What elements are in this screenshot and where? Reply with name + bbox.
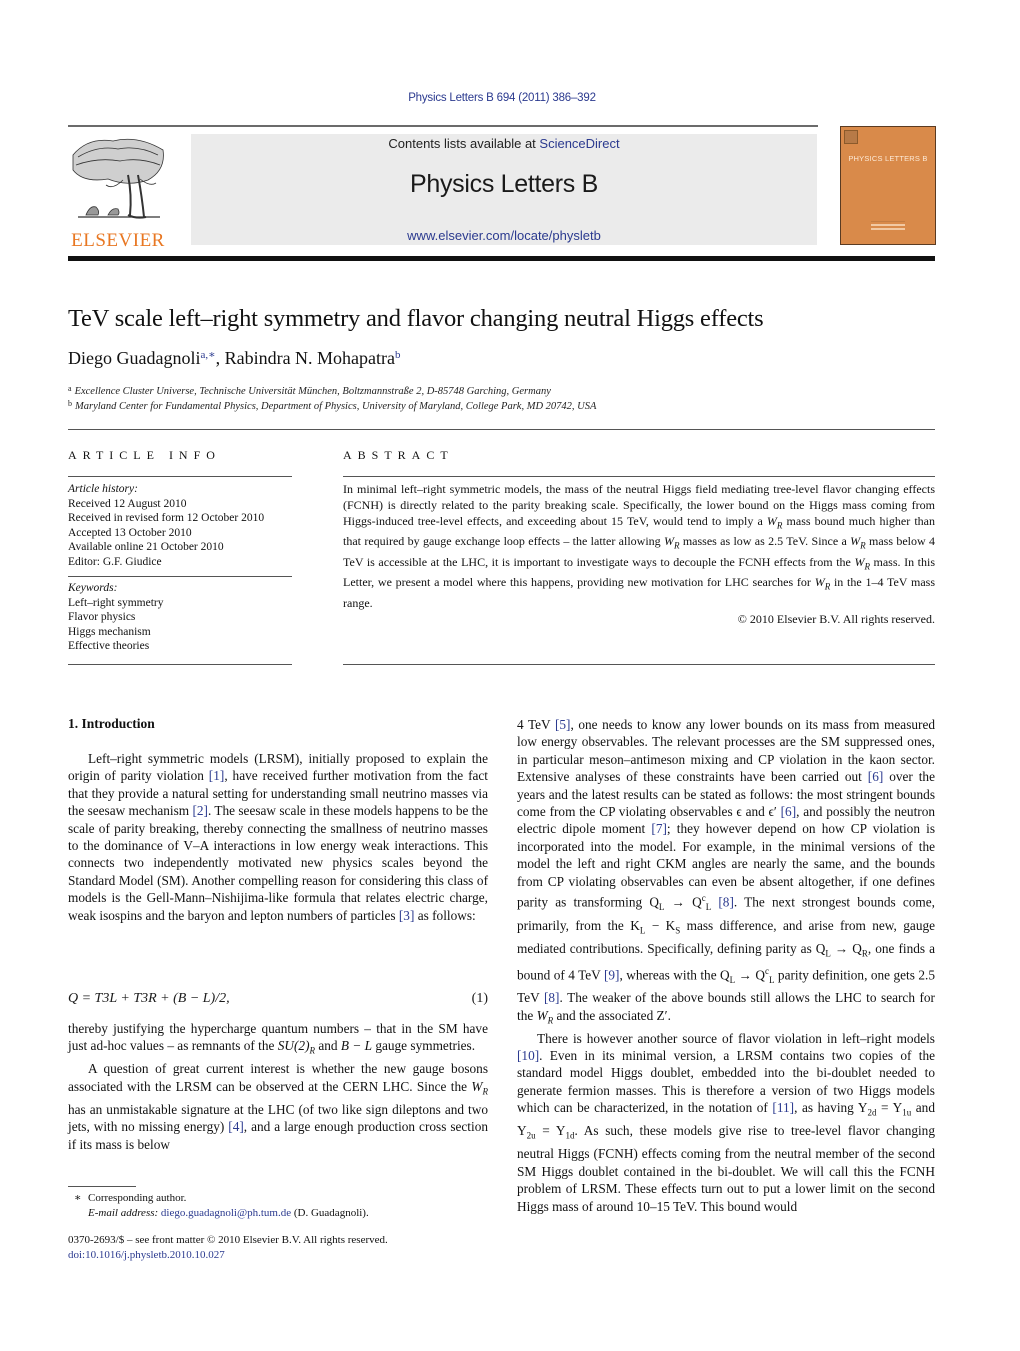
affiliation: a Excellence Cluster Universe, Technische… (68, 384, 551, 397)
header-rule (68, 125, 818, 127)
footnote-email: E-mail address: diego.guadagnoli@ph.tum.… (88, 1207, 369, 1219)
abstract-heading: ABSTRACT (343, 448, 454, 462)
citation-link[interactable]: [9] (604, 967, 620, 982)
keyword: Higgs mechanism (68, 625, 151, 638)
sciencedirect-link[interactable]: ScienceDirect (539, 136, 619, 151)
citation-link[interactable]: [3] (399, 908, 415, 923)
citation-link[interactable]: [10] (517, 1048, 539, 1063)
history-item: Received 12 August 2010 (68, 497, 187, 510)
history-item: Accepted 13 October 2010 (68, 526, 192, 539)
keywords: Keywords: Left–right symmetry Flavor phy… (68, 581, 292, 654)
article-history: Article history: Received 12 August 2010… (68, 482, 292, 569)
journal-cover-thumbnail[interactable]: PHYSICS LETTERS B (840, 126, 936, 245)
footnote: ∗ Corresponding author. E-mail address: d… (68, 1191, 369, 1221)
citation-link[interactable]: [6] (781, 804, 797, 819)
author-affiliation-mark[interactable]: a,∗ (200, 349, 215, 361)
abstract-text: In minimal left–right symmetric models, … (343, 482, 935, 610)
paragraph: A question of great current interest is … (68, 1061, 488, 1152)
footnote-corresponding: ∗ Corresponding author. (68, 1191, 369, 1206)
article-info-rule (68, 476, 292, 477)
equation-1: Q = T3L + T3R + (B − L)/2, (1) (68, 991, 488, 1007)
elsevier-logo[interactable]: ELSEVIER (68, 135, 168, 251)
issn-line: 0370-2693/$ – see front matter © 2010 El… (68, 1234, 388, 1246)
citation-link[interactable]: [4] (228, 1119, 244, 1134)
history-item: Received in revised form 12 October 2010 (68, 512, 265, 524)
right-column-text: 4 TeV [5], one needs to know any lower b… (517, 716, 935, 1215)
section-heading-introduction: 1. Introduction (68, 716, 155, 731)
equation-body: Q = T3L + T3R + (B − L)/2, (68, 991, 230, 1006)
keyword: Effective theories (68, 640, 150, 652)
keyword: Left–right symmetry (68, 596, 164, 609)
abstract-rule (343, 664, 935, 665)
contents-availability: Contents lists available at ScienceDirec… (191, 136, 817, 151)
equation-number: (1) (471, 991, 488, 1006)
journal-reference-link[interactable]: Physics Letters B 694 (2011) 386–392 (0, 92, 1004, 104)
article-history-label: Article history: (68, 483, 138, 495)
paragraph: There is however another source of flavo… (517, 1030, 935, 1214)
journal-title: Physics Letters B (409, 170, 599, 198)
article-info-heading: ARTICLE INFO (68, 448, 221, 462)
citation-link[interactable]: [11] (772, 1100, 794, 1115)
front-matter: 0370-2693/$ – see front matter © 2010 El… (68, 1233, 388, 1263)
contents-prefix: Contents lists available at (388, 136, 540, 151)
citation-link[interactable]: [8] (544, 990, 560, 1005)
author-separator: , (215, 348, 225, 368)
cover-emblem-icon (844, 130, 858, 144)
article-info-rule (68, 664, 292, 665)
author-affiliation-mark[interactable]: b (395, 349, 401, 361)
keywords-label: Keywords: (68, 582, 118, 594)
keyword: Flavor physics (68, 611, 136, 623)
left-column-text: Left–right symmetric models (LRSM), init… (68, 750, 488, 924)
citation-link[interactable]: [2] (192, 803, 208, 818)
abstract-rule (343, 476, 935, 477)
affiliation-text: Excellence Cluster Universe, Technische … (74, 386, 551, 397)
journal-url-link[interactable]: www.elsevier.com/locate/physletb (191, 228, 817, 243)
abstract-copyright: © 2010 Elsevier B.V. All rights reserved… (737, 611, 935, 626)
citation-link[interactable]: [8] (718, 894, 734, 909)
citation-link[interactable]: [1] (209, 768, 225, 783)
cover-title: PHYSICS LETTERS B (848, 154, 928, 163)
abstract-body: In minimal left–right symmetric models, … (343, 481, 935, 627)
history-item: Editor: G.F. Giudice (68, 555, 162, 568)
elsevier-wordmark: ELSEVIER (71, 230, 165, 251)
affiliation: b Maryland Center for Fundamental Physics… (68, 399, 596, 412)
author-name: Rabindra N. Mohapatra (224, 348, 396, 368)
doi-link[interactable]: doi:10.1016/j.physletb.2010.10.027 (68, 1248, 388, 1263)
affiliation-mark: a (68, 384, 72, 393)
citation-link[interactable]: [5] (555, 717, 571, 732)
left-column-text-continued: thereby justifying the hypercharge quant… (68, 1020, 488, 1153)
email-link[interactable]: diego.guadagnoli@ph.tum.de (161, 1207, 291, 1219)
affiliation-mark: b (68, 399, 72, 408)
paragraph: thereby justifying the hypercharge quant… (68, 1021, 488, 1057)
history-item: Available online 21 October 2010 (68, 541, 224, 553)
citation-link[interactable]: [6] (868, 769, 884, 784)
journal-banner: Contents lists available at ScienceDirec… (191, 134, 817, 245)
footnote-rule (68, 1186, 136, 1187)
author-name: Diego Guadagnoli (68, 348, 201, 368)
paragraph: 4 TeV [5], one needs to know any lower b… (517, 717, 936, 1026)
cover-footer-decoration (871, 221, 905, 232)
footnote-star-mark: ∗ (74, 1192, 82, 1204)
affiliation-text: Maryland Center for Fundamental Physics,… (75, 401, 597, 412)
article-info-rule (68, 576, 292, 577)
header-thick-rule (68, 256, 935, 261)
paragraph: Left–right symmetric models (LRSM), init… (68, 751, 489, 923)
article-title: TeV scale left–right symmetry and flavor… (68, 305, 764, 332)
author-list: Diego Guadagnolia,∗, Rabindra N. Mohapat… (68, 348, 401, 369)
elsevier-tree-icon (72, 138, 164, 219)
section-divider (68, 429, 935, 430)
citation-link[interactable]: [7] (651, 821, 667, 836)
